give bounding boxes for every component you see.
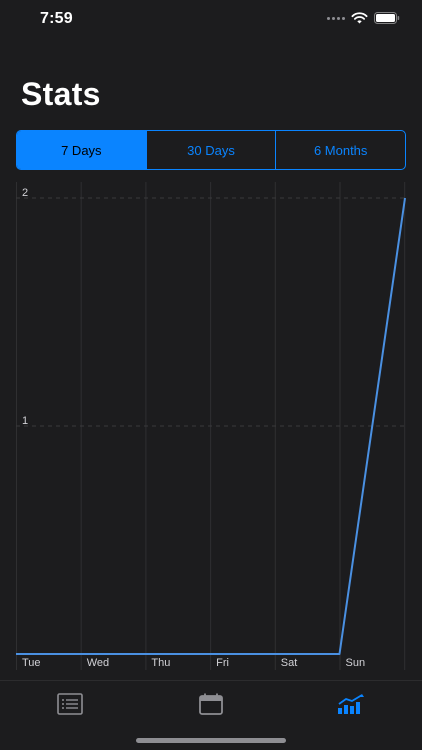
chart-canvas: 1 2 Tue Wed Thu Fri Sat Sun xyxy=(16,182,406,670)
y-tick-label: 1 xyxy=(22,415,28,427)
x-tick-label: Thu xyxy=(151,657,170,669)
x-tick-label: Fri xyxy=(216,657,229,669)
x-tick-label: Tue xyxy=(22,657,41,669)
status-time: 7:59 xyxy=(40,10,73,27)
segment-6-months[interactable]: 6 Months xyxy=(276,131,405,169)
status-bar: 7:59 xyxy=(0,0,422,40)
stats-chart-icon xyxy=(338,694,364,714)
x-tick-label: Sat xyxy=(281,657,298,669)
cellular-signal-icon xyxy=(327,16,345,20)
tab-list[interactable] xyxy=(50,689,90,719)
range-selector: 7 Days 30 Days 6 Months xyxy=(16,130,406,170)
page-title: Stats xyxy=(21,76,101,112)
stats-line-chart: 1 2 Tue Wed Thu Fri Sat Sun xyxy=(16,182,406,670)
x-tick-label: Wed xyxy=(87,657,109,669)
x-tick-label: Sun xyxy=(346,657,366,669)
tab-stats[interactable] xyxy=(331,689,371,719)
wifi-icon xyxy=(351,12,368,24)
segment-30-days[interactable]: 30 Days xyxy=(147,131,277,169)
calendar-icon xyxy=(199,693,223,715)
list-icon xyxy=(57,693,83,715)
segment-7-days[interactable]: 7 Days xyxy=(17,131,147,169)
tab-calendar[interactable] xyxy=(191,689,231,719)
y-tick-label: 2 xyxy=(22,187,28,199)
home-indicator xyxy=(136,738,286,743)
battery-icon xyxy=(374,12,400,24)
status-icons xyxy=(327,12,400,24)
